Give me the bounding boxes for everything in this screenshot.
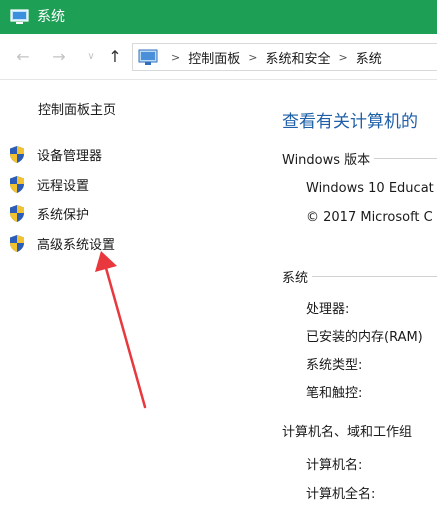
main-content: 查看有关计算机的 Windows 版本 Windows 10 Educat © … (270, 81, 437, 509)
arrow-left-icon: ← (16, 47, 30, 66)
sidebar-item-system-protection[interactable]: 系统保护 (8, 202, 89, 224)
breadcrumb-separator[interactable]: > (171, 51, 180, 64)
section-divider (312, 275, 437, 277)
sidebar-item-device-manager[interactable]: 设备管理器 (8, 143, 102, 165)
control-panel-icon (138, 49, 158, 65)
arrow-right-icon: → (52, 47, 66, 66)
title-bar: 系统 (0, 0, 437, 34)
up-button[interactable]: ↑ (104, 46, 126, 68)
recent-locations-button[interactable]: ∨ (84, 46, 98, 68)
windows-edition-value: Windows 10 Educat (306, 181, 434, 196)
system-section-header: 系统 (282, 267, 437, 286)
sidebar-item-label: 高级系统设置 (37, 237, 116, 253)
chevron-down-icon: ∨ (87, 51, 95, 62)
sidebar-item-label: 系统保护 (37, 207, 90, 223)
address-bar[interactable]: > 控制面板 > 系统和安全 > 系统 (132, 43, 437, 71)
sidebar-item-label: 远程设置 (37, 178, 90, 194)
shield-icon (10, 175, 24, 193)
section-title: Windows 版本 (282, 152, 371, 168)
computer-name-section-header: 计算机名、域和工作组 (282, 421, 437, 440)
breadcrumb-system-security[interactable]: 系统和安全 (265, 48, 330, 67)
shield-icon (10, 234, 24, 252)
section-title: 计算机名、域和工作组 (282, 424, 413, 440)
arrow-up-icon: ↑ (108, 47, 122, 66)
computer-name-label: 计算机名: (306, 458, 363, 473)
shield-icon (10, 145, 24, 163)
window-title: 系统 (37, 9, 65, 25)
copyright-text: © 2017 Microsoft C (306, 210, 433, 225)
installed-ram-label: 已安装的内存(RAM) (306, 330, 423, 345)
sidebar: 控制面板主页 设备管理器 远程设置 系统保护 高级系统设置 (0, 81, 260, 509)
sidebar-item-label: 设备管理器 (37, 148, 103, 164)
pen-touch-label: 笔和触控: (306, 386, 363, 401)
processor-label: 处理器: (306, 302, 350, 317)
page-title: 查看有关计算机的 (282, 112, 418, 132)
control-panel-home-link[interactable]: 控制面板主页 (38, 99, 116, 118)
section-divider (374, 157, 437, 159)
breadcrumb-separator[interactable]: > (338, 51, 347, 64)
full-computer-name-label: 计算机全名: (306, 487, 376, 502)
section-title: 系统 (282, 270, 309, 286)
system-type-label: 系统类型: (306, 358, 363, 373)
breadcrumb-control-panel[interactable]: 控制面板 (188, 48, 240, 67)
navigation-bar: ← → ∨ ↑ > 控制面板 > 系统和安全 > 系统 (0, 34, 437, 80)
forward-button[interactable]: → (48, 46, 70, 68)
sidebar-item-advanced-system-settings[interactable]: 高级系统设置 (8, 232, 115, 254)
shield-icon (10, 204, 24, 222)
windows-edition-section-header: Windows 版本 (282, 149, 437, 168)
breadcrumb-separator[interactable]: > (248, 51, 257, 64)
breadcrumb-system[interactable]: 系统 (356, 48, 382, 67)
sidebar-item-remote-settings[interactable]: 远程设置 (8, 173, 89, 195)
breadcrumb: > 控制面板 > 系统和安全 > 系统 (163, 44, 382, 70)
computer-icon (10, 9, 29, 24)
back-button[interactable]: ← (12, 46, 34, 68)
